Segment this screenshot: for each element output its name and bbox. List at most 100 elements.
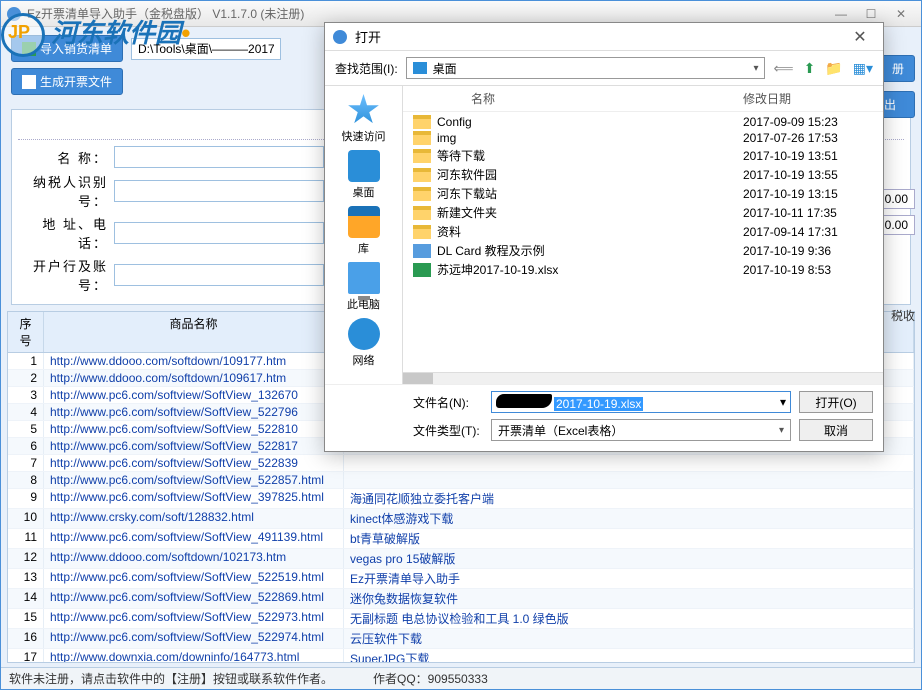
table-row[interactable]: 10http://www.crsky.com/soft/128832.htmlk… [8,509,914,529]
place-library[interactable]: 库 [348,206,380,256]
cell-url: http://www.pc6.com/softview/SoftView_132… [44,387,344,403]
file-date: 2017-10-11 17:35 [743,206,873,220]
place-network[interactable]: 网络 [348,318,380,368]
dialog-close-button[interactable]: ✕ [845,27,875,47]
cell-url: http://www.pc6.com/softview/SoftView_522… [44,569,344,588]
status-right: 作者QQ：909550333 [373,670,488,687]
cell-url: http://www.ddooo.com/softdown/109617.htm [44,370,344,386]
cell-name: 云压软件下载 [344,629,914,648]
xls-icon [413,263,431,277]
cell-seq: 13 [8,569,44,588]
dialog-icon [333,30,347,44]
file-date: 2017-10-19 8:53 [743,263,873,277]
file-row[interactable]: 苏远坤2017-10-19.xlsx2017-10-19 8:53 [413,260,873,279]
table-row[interactable]: 8http://www.pc6.com/softview/SoftView_52… [8,472,914,489]
cell-seq: 12 [8,549,44,568]
file-name: 新建文件夹 [437,204,743,221]
table-row[interactable]: 9http://www.pc6.com/softview/SoftView_39… [8,489,914,509]
table-row[interactable]: 15http://www.pc6.com/softview/SoftView_5… [8,609,914,629]
cell-url: http://www.ddooo.com/softdown/109177.htm [44,353,344,369]
save-icon [22,75,36,89]
file-date: 2017-10-19 13:15 [743,187,873,201]
address-input[interactable] [114,222,324,244]
cell-seq: 14 [8,589,44,608]
up-icon[interactable]: ⬆ [804,60,816,77]
open-button[interactable]: 打开(O) [799,391,873,413]
table-row[interactable]: 16http://www.pc6.com/softview/SoftView_5… [8,629,914,649]
cell-seq: 11 [8,529,44,548]
newfolder-icon[interactable]: 📁 [825,60,842,77]
folder-icon [413,168,431,182]
chevron-down-icon: ▾ [753,63,758,74]
cell-seq: 17 [8,649,44,663]
app-icon [7,7,21,21]
file-name: DL Card 教程及示例 [437,242,743,259]
import-list-label: 导入销货清单 [40,40,112,57]
path-input[interactable] [131,38,281,60]
file-list: 名称 修改日期 Config2017-09-09 15:23img2017-07… [403,86,883,384]
file-row[interactable]: 新建文件夹2017-10-11 17:35 [413,203,873,222]
file-name: 河东软件园 [437,166,743,183]
folder-icon [413,149,431,163]
place-quick[interactable]: 快速访问 [342,94,386,144]
file-row[interactable]: 河东下载站2017-10-19 13:15 [413,184,873,203]
file-row[interactable]: img2017-07-26 17:53 [413,130,873,146]
file-row[interactable]: DL Card 教程及示例2017-10-19 9:36 [413,241,873,260]
folder-icon [413,187,431,201]
folder-icon [413,225,431,239]
file-row[interactable]: Config2017-09-09 15:23 [413,114,873,130]
filetype-combo[interactable]: 开票清单（Excel表格）▾ [491,419,791,441]
file-row[interactable]: 资料2017-09-14 17:31 [413,222,873,241]
maximize-button[interactable]: ☐ [857,5,885,23]
file-name: 资料 [437,223,743,240]
col-seq[interactable]: 序号 [8,312,44,352]
file-date: 2017-10-19 13:51 [743,149,873,163]
open-dialog: 打开 ✕ 查找范围(I): 桌面 ▾ ⟸ ⬆ 📁 ▦▾ 快速访问 桌面 库 此电… [324,22,884,452]
horizontal-scrollbar[interactable] [403,372,883,384]
table-row[interactable]: 13http://www.pc6.com/softview/SoftView_5… [8,569,914,589]
cell-url: http://www.pc6.com/softview/SoftView_522… [44,589,344,608]
file-date: 2017-09-14 17:31 [743,225,873,239]
import-list-button[interactable]: 导入销货清单 [11,35,123,62]
cell-seq: 2 [8,370,44,386]
cell-seq: 1 [8,353,44,369]
file-row[interactable]: 等待下载2017-10-19 13:51 [413,146,873,165]
table-row[interactable]: 7http://www.pc6.com/softview/SoftView_52… [8,455,914,472]
file-name: img [437,131,743,145]
back-icon[interactable]: ⟸ [773,60,793,77]
cell-seq: 8 [8,472,44,488]
filelist-col-date[interactable]: 修改日期 [743,90,873,107]
cell-seq: 4 [8,404,44,420]
cell-seq: 7 [8,455,44,471]
cell-url: http://www.pc6.com/softview/SoftView_522… [44,455,344,471]
name-label: 名 称： [18,148,108,167]
bank-input[interactable] [114,264,324,286]
cell-url: http://www.pc6.com/softview/SoftView_522… [44,609,344,628]
place-thispc[interactable]: 此电脑 [347,262,380,312]
cell-seq: 5 [8,421,44,437]
generate-file-label: 生成开票文件 [40,73,112,90]
register-button[interactable]: 册 [881,55,915,82]
close-button[interactable]: ✕ [887,5,915,23]
filename-input[interactable]: 2017-10-19.xlsx ▾ [491,391,791,413]
name-input[interactable] [114,146,324,168]
taxid-input[interactable] [114,180,324,202]
cell-name: Ez开票清单导入助手 [344,569,914,588]
lookin-combo[interactable]: 桌面 ▾ [406,57,766,79]
filelist-col-name[interactable]: 名称 [471,90,743,107]
table-row[interactable]: 14http://www.pc6.com/softview/SoftView_5… [8,589,914,609]
redacted-icon [496,394,552,408]
col-name[interactable]: 商品名称 [44,312,344,352]
view-menu-icon[interactable]: ▦▾ [853,60,873,77]
cell-url: http://www.pc6.com/softview/SoftView_522… [44,472,344,488]
file-row[interactable]: 河东软件园2017-10-19 13:55 [413,165,873,184]
table-row[interactable]: 11http://www.pc6.com/softview/SoftView_4… [8,529,914,549]
generate-file-button[interactable]: 生成开票文件 [11,68,123,95]
minimize-button[interactable]: — [827,5,855,23]
table-row[interactable]: 12http://www.ddooo.com/softdown/102173.h… [8,549,914,569]
file-date: 2017-09-09 15:23 [743,115,873,129]
place-desktop[interactable]: 桌面 [348,150,380,200]
cancel-button[interactable]: 取消 [799,419,873,441]
chevron-down-icon: ▾ [780,395,786,409]
table-row[interactable]: 17http://www.downxia.com/downinfo/164773… [8,649,914,663]
